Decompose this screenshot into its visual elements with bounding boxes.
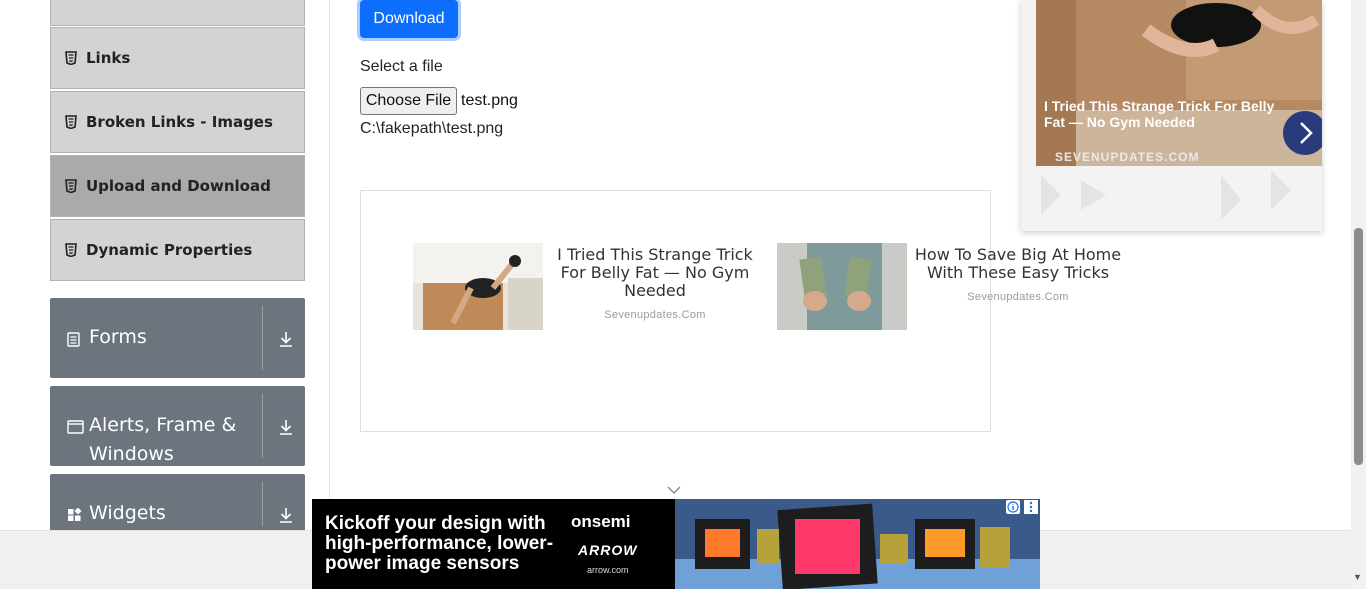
document-icon [67, 332, 80, 347]
side-ad-source: SEVENUPDATES.COM [1055, 150, 1200, 164]
download-arrow-icon[interactable] [278, 330, 294, 348]
banner-ad[interactable]: Kickoff your design with high-performanc… [312, 499, 1040, 589]
file-input[interactable]: Choose File test.png [360, 87, 518, 115]
html5-icon [65, 179, 77, 193]
html5-icon [65, 51, 77, 65]
sidebar-item-label: Links [86, 49, 131, 67]
sidebar-item-label: Upload and Download [86, 177, 271, 195]
sidebar-group-alerts[interactable]: Alerts, Frame & Windows [50, 386, 305, 466]
group-label: Forms [89, 326, 147, 348]
ad-hero-image[interactable] [1036, 0, 1322, 166]
sidebar-item-label: Dynamic Properties [86, 241, 253, 259]
sidebar-item-broken-links[interactable]: Broken Links - Images [50, 91, 305, 153]
side-ad-title[interactable]: I Tried This Strange Trick For Belly Fat… [1044, 98, 1284, 130]
scroll-down-arrow-icon[interactable]: ▼ [1353, 572, 1362, 582]
ad-menu-icon[interactable] [1024, 500, 1038, 514]
ad-title[interactable]: I Tried This Strange Trick For Belly Fat… [549, 246, 761, 300]
ad-source: Sevenupdates.Com [967, 291, 1069, 303]
window-icon [67, 420, 84, 434]
sidebar-group-widgets[interactable]: Widgets [50, 474, 305, 534]
banner-brand-logo: ARROW [578, 542, 638, 558]
sidebar-item-label: Broken Links - Images [86, 113, 273, 131]
choose-file-button[interactable]: Choose File [360, 87, 457, 115]
next-arrow-button[interactable] [1283, 111, 1322, 155]
download-arrow-icon[interactable] [278, 418, 294, 436]
banner-product-image[interactable] [675, 499, 1040, 589]
ad-container: I Tried This Strange Trick For Belly Fat… [360, 190, 1121, 432]
sidebar: Links Broken Links - Images Upload and D… [30, 0, 330, 534]
chevron-down-icon[interactable] [667, 485, 681, 495]
html5-icon [65, 243, 77, 257]
ad-card[interactable]: How To Save Big At Home With These Easy … [777, 243, 1137, 333]
group-label-line1: Alerts, Frame & [89, 414, 237, 436]
ad-title[interactable]: How To Save Big At Home With These Easy … [913, 246, 1123, 282]
banner-brand-url: arrow.com [587, 565, 629, 575]
chevron-right-icon [1300, 122, 1313, 144]
ad-info-icon[interactable] [1006, 500, 1020, 514]
uploaded-file-path: C:\fakepath\test.png [360, 120, 504, 137]
vertical-scrollbar[interactable]: ▼ [1351, 0, 1366, 589]
ad-thumbnail-image[interactable] [413, 243, 543, 330]
scroll-thumb[interactable] [1354, 228, 1363, 465]
group-label-line2: Windows [89, 443, 174, 465]
banner-ad-text[interactable]: Kickoff your design with high-performanc… [325, 514, 565, 574]
sidebar-group-forms[interactable]: Forms [50, 298, 305, 378]
selected-file-name: test.png [461, 92, 518, 109]
group-divider [262, 306, 263, 370]
download-button[interactable]: Download [360, 0, 458, 38]
ad-thumbnail-image[interactable] [777, 243, 907, 330]
side-ad[interactable]: I Tried This Strange Trick For Belly Fat… [1021, 0, 1322, 231]
group-divider [262, 482, 263, 526]
banner-brand-logo: onsemi [571, 512, 631, 531]
sidebar-item-links[interactable]: Links [50, 27, 305, 89]
download-arrow-icon[interactable] [278, 506, 294, 524]
ad-card[interactable]: I Tried This Strange Trick For Belly Fat… [413, 243, 773, 333]
group-label: Widgets [89, 502, 166, 524]
select-file-label: Select a file [360, 58, 443, 75]
html5-icon [65, 115, 77, 129]
widgets-icon [68, 508, 82, 521]
sidebar-item-upload-download[interactable]: Upload and Download [50, 155, 305, 217]
sidebar-item-previous[interactable] [50, 0, 305, 26]
sidebar-item-dynamic-properties[interactable]: Dynamic Properties [50, 219, 305, 281]
ad-source: Sevenupdates.Com [604, 309, 706, 321]
group-divider [262, 394, 263, 458]
